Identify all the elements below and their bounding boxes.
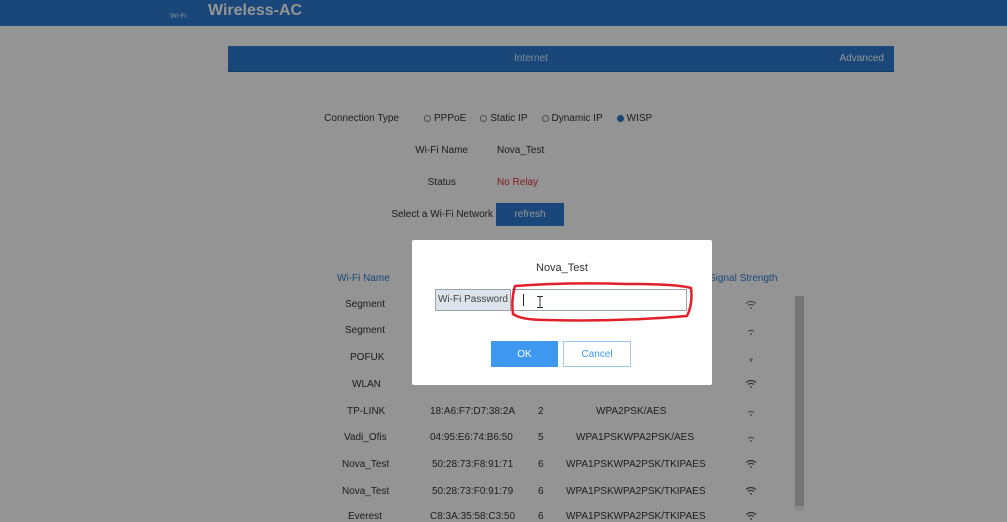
- wifi-password-dialog: Nova_Test Wi-Fi Password OK Cancel: [412, 240, 712, 385]
- wifi-password-label: Wi-Fi Password: [435, 289, 511, 311]
- cancel-button[interactable]: Cancel: [563, 341, 631, 367]
- red-annotation-mark: [511, 282, 693, 322]
- dialog-title: Nova_Test: [536, 262, 588, 274]
- ok-button[interactable]: OK: [491, 341, 558, 367]
